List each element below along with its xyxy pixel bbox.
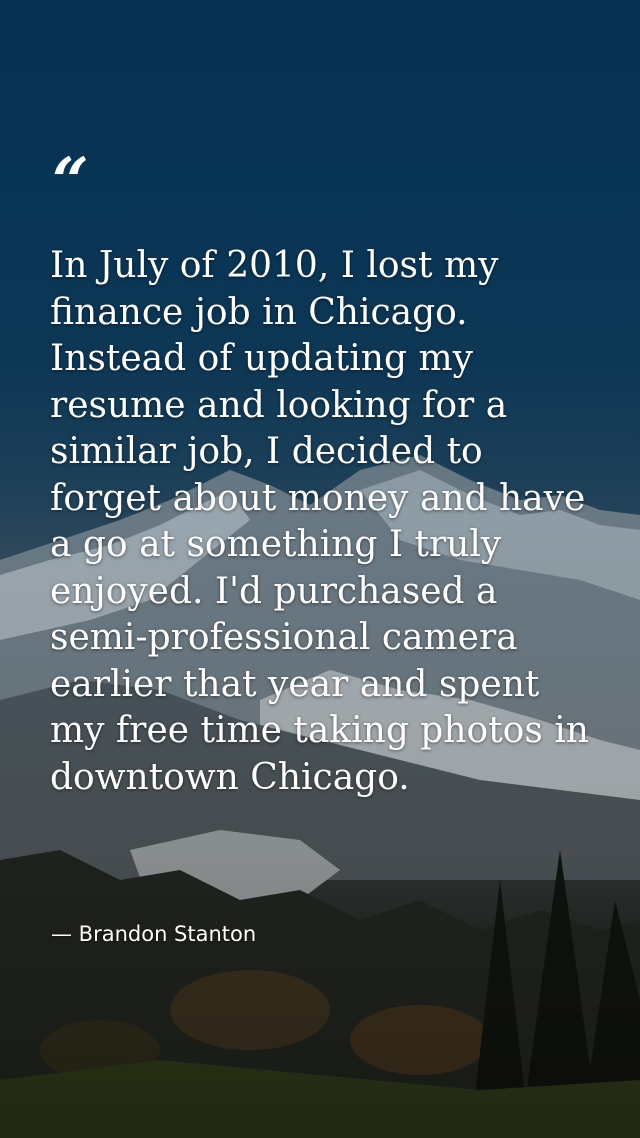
quote-mark-icon: “ <box>52 144 89 219</box>
quote-text: In July of 2010, I lost my finance job i… <box>50 245 589 798</box>
quote-card: “ In July of 2010, I lost my finance job… <box>0 0 640 1138</box>
quote-author: — Brandon Stanton <box>51 922 257 946</box>
